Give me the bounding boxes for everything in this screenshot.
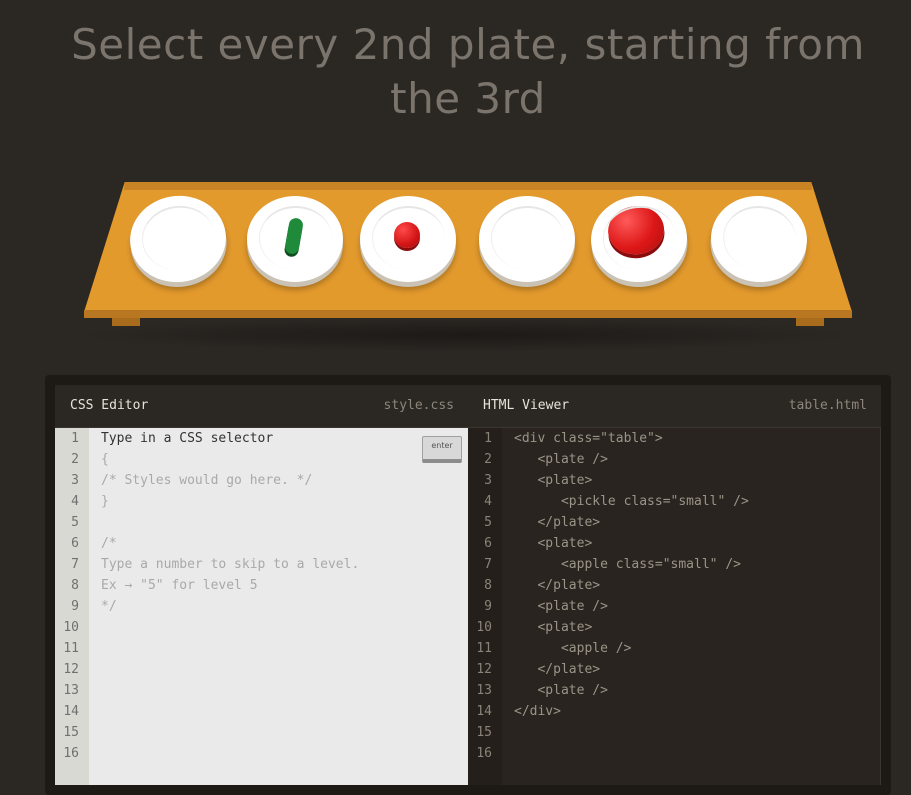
table-front-edge — [84, 310, 852, 318]
code-line: { — [101, 452, 109, 467]
pickle-small[interactable] — [283, 217, 305, 255]
code-line: /* Styles would go here. */ — [101, 473, 313, 488]
css-code-area[interactable]: Type in a CSS selector { /* Styles would g… — [89, 428, 468, 785]
line-number: 2 — [71, 452, 79, 467]
html-viewer-header: HTML Viewer table.html — [468, 385, 881, 428]
code-line: <plate /> — [514, 599, 608, 614]
table-leg-left — [112, 318, 140, 326]
line-number: 5 — [484, 515, 492, 530]
code-line: </div> — [514, 704, 561, 719]
plate-2[interactable] — [247, 196, 343, 282]
code-line: <apple /> — [514, 641, 632, 656]
line-number: 11 — [63, 641, 79, 656]
plate-4[interactable] — [479, 196, 575, 282]
level-instruction: Select every 2nd plate, starting from th… — [71, 20, 865, 123]
code-line: <div class="table"> — [514, 431, 663, 446]
css-line-numbers: 1 2 3 4 5 6 7 8 9 10 11 12 13 14 15 16 — [55, 428, 89, 785]
line-number: 8 — [484, 578, 492, 593]
html-code-area: <div class="table"> <plate /> <plate> <p… — [502, 428, 881, 785]
table-back-edge — [123, 182, 813, 190]
enter-button[interactable]: enter — [422, 436, 462, 463]
line-number: 9 — [484, 599, 492, 614]
line-number: 1 — [71, 431, 79, 446]
line-number: 4 — [71, 494, 79, 509]
line-number: 14 — [476, 704, 492, 719]
line-number: 5 — [71, 515, 79, 530]
line-number: 13 — [476, 683, 492, 698]
line-number: 11 — [476, 641, 492, 656]
line-number: 10 — [63, 620, 79, 635]
code-line: <plate /> — [514, 683, 608, 698]
line-number: 9 — [71, 599, 79, 614]
html-line-numbers: 1 2 3 4 5 6 7 8 9 10 11 12 13 14 15 16 — [468, 428, 503, 785]
table-shadow — [70, 318, 860, 352]
line-number: 14 — [63, 704, 79, 719]
line-number: 10 — [476, 620, 492, 635]
line-number: 16 — [63, 746, 79, 761]
code-line: Type in a CSS selector — [101, 431, 274, 446]
code-line: Ex → "5" for level 5 — [101, 578, 258, 593]
line-number: 12 — [63, 662, 79, 677]
code-line: } — [101, 494, 109, 509]
html-viewer-title: HTML Viewer — [483, 398, 570, 413]
line-number: 7 — [484, 557, 492, 572]
line-number: 15 — [63, 725, 79, 740]
code-line: </plate> — [514, 515, 601, 530]
code-line: </plate> — [514, 662, 601, 677]
plate-3[interactable] — [360, 196, 456, 282]
html-viewer-filename: table.html — [788, 398, 867, 413]
code-line: Type a number to skip to a level. — [101, 557, 360, 572]
css-editor-header: CSS Editor style.css — [55, 385, 468, 428]
code-line: <plate> — [514, 536, 593, 551]
line-number: 16 — [476, 746, 492, 761]
code-line: <pickle class="small" /> — [514, 494, 749, 509]
line-number: 3 — [484, 473, 492, 488]
line-number: 7 — [71, 557, 79, 572]
line-number: 3 — [71, 473, 79, 488]
css-editor-filename: style.css — [383, 398, 454, 413]
code-line: */ — [101, 599, 117, 614]
line-number: 6 — [71, 536, 79, 551]
line-number: 6 — [484, 536, 492, 551]
line-number: 4 — [484, 494, 492, 509]
line-number: 13 — [63, 683, 79, 698]
table-leg-right — [796, 318, 824, 326]
line-number: 15 — [476, 725, 492, 740]
line-number: 1 — [484, 431, 492, 446]
code-line: <plate> — [514, 620, 593, 635]
line-number: 8 — [71, 578, 79, 593]
code-line: <plate> — [514, 473, 593, 488]
css-editor-title: CSS Editor — [70, 398, 149, 413]
css-editor: CSS Editor style.css 1 2 3 4 5 6 7 8 9 10 11 12 13 14… — [55, 385, 468, 785]
apple[interactable] — [605, 203, 667, 258]
html-viewer: HTML Viewer table.html 1 2 3 4 5 6 7 8 9 10 11 12 13… — [468, 385, 881, 785]
line-number: 2 — [484, 452, 492, 467]
code-line: <plate /> — [514, 452, 608, 467]
code-line: </plate> — [514, 578, 601, 593]
apple-small[interactable] — [394, 222, 420, 248]
code-line: <apple class="small" /> — [514, 557, 741, 572]
code-line: /* — [101, 536, 117, 551]
line-number: 12 — [476, 662, 492, 677]
